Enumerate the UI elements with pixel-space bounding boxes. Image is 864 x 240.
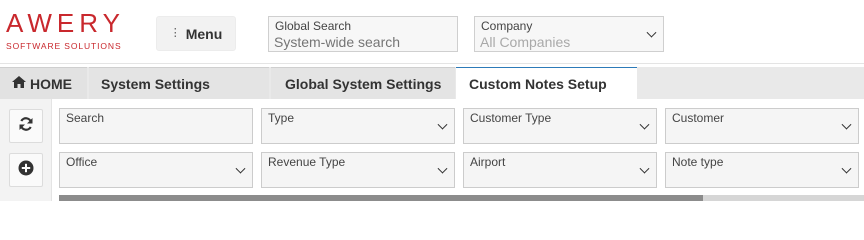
- company-label: Company: [481, 19, 533, 33]
- revenue-type-filter-label: Revenue Type: [268, 155, 346, 169]
- type-filter-select[interactable]: Type: [261, 108, 455, 144]
- action-toolbar: [0, 99, 52, 201]
- logo-wordmark: AWERY: [6, 8, 125, 38]
- tab-label: System Settings: [101, 75, 210, 92]
- loading-progress-fill: [59, 195, 703, 201]
- loading-progress-bar: [59, 195, 864, 201]
- global-search-field[interactable]: Global Search: [268, 16, 458, 52]
- chevron-down-icon: [437, 163, 448, 174]
- tab-home-label: HOME: [30, 75, 72, 92]
- search-filter-field[interactable]: Search: [59, 108, 253, 144]
- add-circle-icon: [18, 160, 34, 181]
- global-search-input[interactable]: [274, 34, 450, 50]
- tab-label: Global System Settings: [285, 75, 442, 92]
- search-filter-label: Search: [66, 111, 105, 125]
- refresh-button[interactable]: [9, 109, 43, 143]
- note-type-filter-select[interactable]: Note type: [665, 152, 859, 188]
- customer-filter-select[interactable]: Customer: [665, 108, 859, 144]
- logo-tagline: SOFTWARE SOLUTIONS: [6, 41, 122, 51]
- office-filter-select[interactable]: Office: [59, 152, 253, 188]
- menu-button-label: Menu: [185, 25, 223, 42]
- tab-label: Custom Notes Setup: [469, 76, 607, 92]
- customer-filter-label: Customer: [672, 111, 725, 125]
- type-filter-label: Type: [268, 111, 295, 125]
- tab-system-settings[interactable]: System Settings: [89, 67, 269, 99]
- add-button[interactable]: [9, 153, 43, 187]
- tab-home[interactable]: HOME: [0, 67, 87, 99]
- chevron-down-icon: [437, 119, 448, 130]
- refresh-icon: [18, 116, 34, 137]
- tab-custom-notes-setup[interactable]: Custom Notes Setup: [456, 67, 637, 100]
- company-value: All Companies: [480, 34, 571, 50]
- company-select[interactable]: Company All Companies: [474, 16, 664, 52]
- menu-button[interactable]: ⋮ Menu: [156, 16, 236, 51]
- house-icon: [12, 76, 26, 91]
- customer-type-filter-label: Customer Type: [470, 111, 552, 125]
- tab-global-system-settings[interactable]: Global System Settings: [271, 67, 455, 99]
- note-type-filter-label: Note type: [672, 155, 724, 169]
- chevron-down-icon: [235, 163, 246, 174]
- chevron-down-icon: [841, 163, 852, 174]
- awery-logo[interactable]: AWERY SOFTWARE SOLUTIONS: [6, 9, 128, 57]
- airport-filter-select[interactable]: Airport: [463, 152, 657, 188]
- office-filter-label: Office: [66, 155, 98, 169]
- app-header: AWERY SOFTWARE SOLUTIONS ⋮ Menu Global S…: [0, 0, 864, 64]
- chevron-down-icon: [639, 163, 650, 174]
- customer-type-filter-select[interactable]: Customer Type: [463, 108, 657, 144]
- revenue-type-filter-select[interactable]: Revenue Type: [261, 152, 455, 188]
- chevron-down-icon: [841, 119, 852, 130]
- airport-filter-label: Airport: [470, 155, 506, 169]
- chevron-down-icon: [646, 27, 657, 38]
- tab-bar: HOME System Settings Global System Setti…: [0, 67, 864, 100]
- global-search-label: Global Search: [275, 19, 352, 33]
- chevron-down-icon: [639, 119, 650, 130]
- vertical-dots-icon: ⋮: [169, 27, 181, 39]
